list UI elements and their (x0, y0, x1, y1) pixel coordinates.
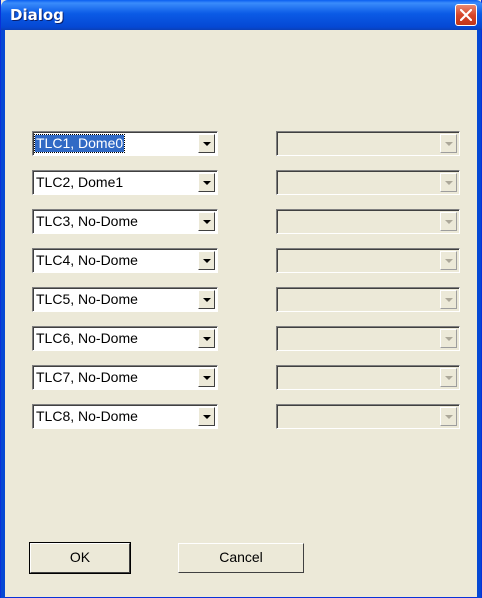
right-combo-2 (276, 170, 460, 195)
tlc3-combo[interactable]: TLC3, No-Dome (32, 209, 218, 234)
dialog-client-area: TLC1, Dome0 TLC2, Dome1 TLC3, No-Dome TL… (5, 30, 477, 597)
tlc7-combo-value: TLC7, No-Dome (36, 369, 138, 385)
close-icon (460, 9, 472, 21)
right-combo-1-dropdown-button (440, 134, 457, 153)
tlc8-combo[interactable]: TLC8, No-Dome (32, 404, 218, 429)
ok-button[interactable]: OK (29, 542, 131, 574)
tlc4-combo-value: TLC4, No-Dome (36, 252, 138, 268)
tlc7-dropdown-button[interactable] (198, 368, 215, 387)
chevron-down-icon (445, 259, 453, 263)
tlc3-combo-value: TLC3, No-Dome (36, 213, 138, 229)
tlc6-combo-value: TLC6, No-Dome (36, 330, 138, 346)
right-combo-3-dropdown-button (440, 212, 457, 231)
right-combo-5 (276, 287, 460, 312)
chevron-down-icon (445, 376, 453, 380)
chevron-down-icon (203, 376, 211, 380)
chevron-down-icon (203, 259, 211, 263)
tlc5-combo[interactable]: TLC5, No-Dome (32, 287, 218, 312)
right-combo-7-dropdown-button (440, 368, 457, 387)
tlc6-dropdown-button[interactable] (198, 329, 215, 348)
tlc2-combo[interactable]: TLC2, Dome1 (32, 170, 218, 195)
chevron-down-icon (445, 142, 453, 146)
tlc3-dropdown-button[interactable] (198, 212, 215, 231)
cancel-button[interactable]: Cancel (178, 543, 304, 573)
right-combo-6 (276, 326, 460, 351)
tlc1-combo-value: TLC1, Dome0 (33, 134, 126, 153)
chevron-down-icon (445, 337, 453, 341)
right-combo-5-dropdown-button (440, 290, 457, 309)
chevron-down-icon (445, 298, 453, 302)
dialog-window: Dialog TLC1, Dome0 TLC2, Dome1 TLC3, No-… (0, 0, 482, 598)
tlc1-dropdown-button[interactable] (198, 134, 215, 153)
tlc4-dropdown-button[interactable] (198, 251, 215, 270)
tlc5-dropdown-button[interactable] (198, 290, 215, 309)
chevron-down-icon (445, 181, 453, 185)
tlc2-combo-value: TLC2, Dome1 (36, 174, 124, 190)
window-title: Dialog (10, 6, 64, 24)
chevron-down-icon (445, 220, 453, 224)
right-combo-7 (276, 365, 460, 390)
chevron-down-icon (203, 298, 211, 302)
tlc8-combo-value: TLC8, No-Dome (36, 408, 138, 424)
tlc5-combo-value: TLC5, No-Dome (36, 291, 138, 307)
chevron-down-icon (445, 415, 453, 419)
title-bar[interactable]: Dialog (1, 0, 482, 30)
tlc6-combo[interactable]: TLC6, No-Dome (32, 326, 218, 351)
right-combo-8 (276, 404, 460, 429)
chevron-down-icon (203, 337, 211, 341)
right-combo-2-dropdown-button (440, 173, 457, 192)
chevron-down-icon (203, 220, 211, 224)
right-combo-4 (276, 248, 460, 273)
close-button[interactable] (455, 4, 477, 26)
right-combo-6-dropdown-button (440, 329, 457, 348)
window-frame-right (477, 30, 481, 598)
chevron-down-icon (203, 181, 211, 185)
right-combo-3 (276, 209, 460, 234)
tlc2-dropdown-button[interactable] (198, 173, 215, 192)
chevron-down-icon (203, 142, 211, 146)
right-combo-8-dropdown-button (440, 407, 457, 426)
right-combo-1 (276, 131, 460, 156)
tlc4-combo[interactable]: TLC4, No-Dome (32, 248, 218, 273)
right-combo-4-dropdown-button (440, 251, 457, 270)
tlc1-combo[interactable]: TLC1, Dome0 (32, 131, 218, 156)
tlc7-combo[interactable]: TLC7, No-Dome (32, 365, 218, 390)
tlc8-dropdown-button[interactable] (198, 407, 215, 426)
chevron-down-icon (203, 415, 211, 419)
